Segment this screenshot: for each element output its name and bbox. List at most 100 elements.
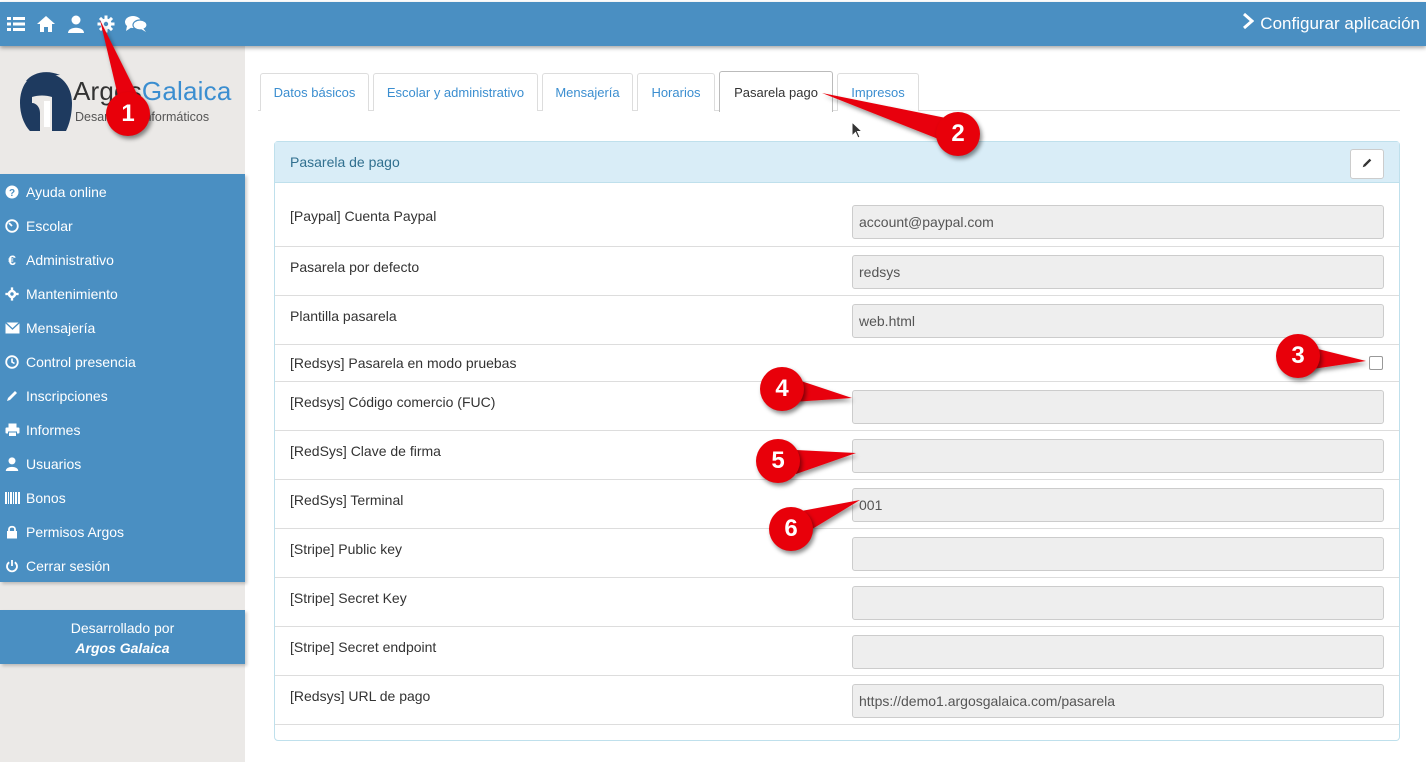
stripe-secret-endpoint-field[interactable] xyxy=(852,635,1384,669)
tab-impresos[interactable]: Impresos xyxy=(837,73,919,111)
sidebar-item-informes[interactable]: Informes xyxy=(0,413,245,447)
tab-mensajeria[interactable]: Mensajería xyxy=(542,73,633,111)
top-navbar: Configurar aplicación xyxy=(0,2,1426,46)
paypal-account-field[interactable]: account@paypal.com xyxy=(852,205,1384,239)
redsys-payment-url-field[interactable]: https://demo1.argosgalaica.com/pasarela xyxy=(852,684,1384,718)
left-sidebar: ArgosGalaica Desarrollos informáticos ? … xyxy=(0,46,245,762)
gear-icon[interactable] xyxy=(94,12,118,36)
panel-header: Pasarela de pago xyxy=(275,142,1399,183)
callout-1: 1 xyxy=(106,92,150,136)
sidebar-item-administrativo[interactable]: € Administrativo xyxy=(0,243,245,277)
sidebar-item-label: Mantenimiento xyxy=(26,286,118,302)
home-icon[interactable] xyxy=(34,12,58,36)
form-row-stripe-public-key: [Stripe] Public key xyxy=(275,529,1399,578)
sidebar-item-label: Ayuda online xyxy=(26,184,107,200)
configure-app-label: Configurar aplicación xyxy=(1260,13,1420,33)
sidebar-item-ayuda-online[interactable]: ? Ayuda online xyxy=(0,175,245,209)
sidebar-item-label: Bonos xyxy=(26,490,66,506)
callout-4: 4 xyxy=(760,367,804,411)
sidebar-item-usuarios[interactable]: Usuarios xyxy=(0,447,245,481)
form-row-redsys-terminal: [RedSys] Terminal 001 xyxy=(275,480,1399,529)
user-icon[interactable] xyxy=(64,12,88,36)
svg-text:?: ? xyxy=(9,188,15,199)
redsys-merchant-code-field[interactable] xyxy=(852,390,1384,424)
panel-title: Pasarela de pago xyxy=(290,154,400,170)
form-row-redsys-signature-key: [RedSys] Clave de firma xyxy=(275,431,1399,480)
svg-text:€: € xyxy=(8,253,16,267)
tab-pasarela-pago[interactable]: Pasarela pago xyxy=(719,71,833,112)
mouse-cursor-icon xyxy=(851,121,864,139)
field-label: [Redsys] Pasarela en modo pruebas xyxy=(290,355,517,371)
stripe-public-key-field[interactable] xyxy=(852,537,1384,571)
form-row-redsys-merchant-code: [Redsys] Código comercio (FUC) xyxy=(275,382,1399,431)
redsys-terminal-field[interactable]: 001 xyxy=(852,488,1384,522)
field-label: Plantilla pasarela xyxy=(290,308,397,324)
pencil-icon xyxy=(1361,156,1373,172)
sidebar-item-inscripciones[interactable]: Inscripciones xyxy=(0,379,245,413)
field-label: [Redsys] URL de pago xyxy=(290,688,431,704)
clock-icon xyxy=(3,354,21,370)
stripe-secret-key-field[interactable] xyxy=(852,586,1384,620)
sidebar-item-label: Permisos Argos xyxy=(26,524,125,540)
redsys-signature-key-field[interactable] xyxy=(852,439,1384,473)
sidebar-item-cerrar-sesion[interactable]: Cerrar sesión xyxy=(0,549,245,583)
list-icon[interactable] xyxy=(4,12,28,36)
sidebar-item-mensajeria[interactable]: Mensajería xyxy=(0,311,245,345)
form-row-stripe-secret-key: [Stripe] Secret Key xyxy=(275,578,1399,627)
lock-icon xyxy=(3,524,21,540)
euro-icon: € xyxy=(3,252,21,268)
field-label: Pasarela por defecto xyxy=(290,259,420,275)
field-label: [Redsys] Código comercio (FUC) xyxy=(290,394,496,410)
redsys-test-mode-checkbox[interactable] xyxy=(1369,356,1383,370)
sidebar-item-label: Informes xyxy=(26,422,81,438)
logo-wordmark: ArgosGalaica xyxy=(73,76,232,106)
tab-datos-basicos[interactable]: Datos básicos xyxy=(260,73,369,111)
sidebar-item-mantenimiento[interactable]: Mantenimiento xyxy=(0,277,245,311)
form-row-gateway-template: Plantilla pasarela web.html xyxy=(275,296,1399,345)
credit-line-2: Argos Galaica xyxy=(75,640,170,656)
sidebar-item-label: Inscripciones xyxy=(26,388,108,404)
sidebar-item-label: Escolar xyxy=(26,218,73,234)
sidebar-item-escolar[interactable]: Escolar xyxy=(0,209,245,243)
field-label: [Paypal] Cuenta Paypal xyxy=(290,208,437,224)
chevron-right-icon xyxy=(1242,12,1255,34)
gateway-template-field[interactable]: web.html xyxy=(852,304,1384,338)
sidebar-item-label: Control presencia xyxy=(26,354,136,370)
sidebar-item-control-presencia[interactable]: Control presencia xyxy=(0,345,245,379)
sidebar-item-label: Administrativo xyxy=(26,252,114,268)
sidebar-item-permisos-argos[interactable]: Permisos Argos xyxy=(0,515,245,549)
edit-button[interactable] xyxy=(1350,149,1384,179)
gear-icon xyxy=(3,286,21,302)
chat-icon[interactable] xyxy=(124,12,148,36)
form-row-stripe-secret-endpoint: [Stripe] Secret endpoint xyxy=(275,627,1399,676)
sidebar-item-label: Mensajería xyxy=(26,320,96,336)
settings-tabs: Datos básicos Escolar y administrativo M… xyxy=(258,71,1400,112)
dashboard-icon xyxy=(3,218,21,234)
power-icon xyxy=(3,558,21,574)
field-label: [RedSys] Terminal xyxy=(290,492,404,508)
sidebar-item-bonos[interactable]: Bonos xyxy=(0,481,245,515)
form-row-default-gateway: Pasarela por defecto redsys xyxy=(275,247,1399,296)
print-icon xyxy=(3,422,21,438)
callout-5: 5 xyxy=(756,439,800,483)
field-label: [Stripe] Secret endpoint xyxy=(290,639,437,655)
configure-app-link[interactable]: Configurar aplicación xyxy=(1242,12,1420,34)
envelope-icon xyxy=(3,320,21,336)
sidebar-item-label: Cerrar sesión xyxy=(26,558,111,574)
tab-horarios[interactable]: Horarios xyxy=(637,73,715,111)
field-label: [Stripe] Secret Key xyxy=(290,590,407,606)
form-row-redsys-test-mode: [Redsys] Pasarela en modo pruebas xyxy=(275,345,1399,382)
default-gateway-field[interactable]: redsys xyxy=(852,255,1384,289)
callout-6: 6 xyxy=(769,507,813,551)
pencil-icon xyxy=(3,388,21,404)
field-label: [RedSys] Clave de firma xyxy=(290,443,441,459)
toolbar-icons xyxy=(4,12,148,36)
tab-escolar-administrativo[interactable]: Escolar y administrativo xyxy=(373,73,538,111)
form-row-paypal-account: [Paypal] Cuenta Paypal account@paypal.co… xyxy=(275,183,1399,247)
payment-gateway-panel: Pasarela de pago [Paypal] Cuenta Paypal … xyxy=(274,141,1400,741)
form-row-redsys-payment-url: [Redsys] URL de pago https://demo1.argos… xyxy=(275,676,1399,725)
field-label: [Stripe] Public key xyxy=(290,541,403,557)
sidebar-menu: ? Ayuda online Escolar € Administrativo … xyxy=(0,174,245,582)
credit-line-1: Desarrollado por xyxy=(70,620,175,636)
callout-2: 2 xyxy=(936,112,980,156)
